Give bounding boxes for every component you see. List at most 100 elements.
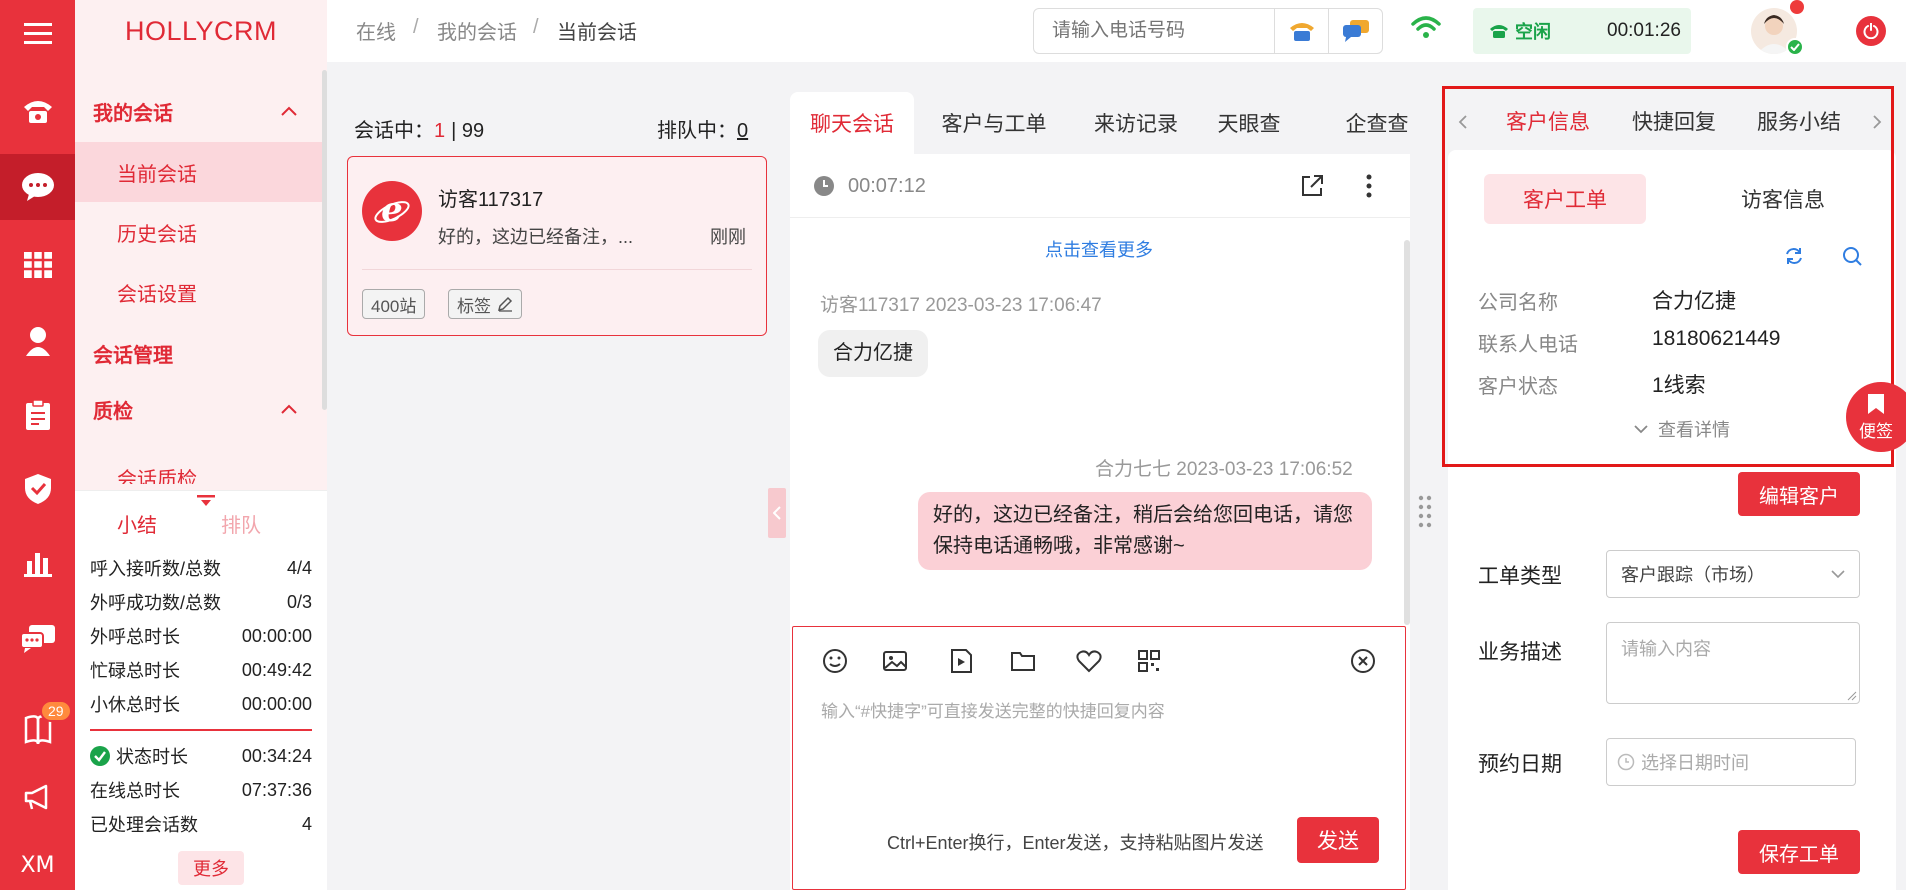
resize-grip-icon: [1847, 691, 1857, 701]
folder-icon[interactable]: [1009, 647, 1037, 675]
nav-item-settings[interactable]: 会话设置: [75, 262, 327, 322]
contact-phone-value: 18180621449: [1652, 327, 1781, 350]
more-vertical-icon[interactable]: [1366, 174, 1372, 198]
close-circle-icon[interactable]: [1349, 647, 1377, 675]
stat-row: 呼入接听数/总数 4/4: [90, 557, 312, 580]
message-icon[interactable]: [0, 606, 75, 672]
menu-toggle-icon[interactable]: [0, 0, 75, 66]
search-icon[interactable]: [1842, 246, 1862, 266]
shield-icon[interactable]: [0, 456, 75, 522]
message-meta: 访客117317 2023-03-23 17:06:47: [820, 295, 1102, 316]
queue-count-link[interactable]: 0: [737, 120, 748, 142]
breadcrumb-my-sessions[interactable]: 我的会话: [437, 16, 517, 45]
tab-summary[interactable]: 小结: [117, 509, 157, 538]
grid-icon[interactable]: [0, 232, 75, 298]
tab-customer-info[interactable]: 客户信息: [1506, 106, 1590, 136]
book-icon[interactable]: 29: [0, 696, 75, 762]
queue-counter: 排队中：0: [657, 120, 749, 142]
chat-icon[interactable]: [0, 154, 75, 220]
session-timer: 00:07:12: [848, 175, 926, 197]
tab-chat[interactable]: 聊天会话: [790, 92, 914, 154]
refresh-icon[interactable]: [1784, 246, 1804, 266]
nav-item-history[interactable]: 历史会话: [75, 202, 327, 262]
message-meta: 合力七七 2023-03-23 17:06:52: [1095, 459, 1353, 480]
nav-group-management[interactable]: 会话管理: [75, 322, 327, 384]
megaphone-icon[interactable]: [0, 764, 75, 830]
field-label: 公司名称: [1478, 292, 1558, 314]
tab-qichacha[interactable]: 企查查: [1342, 92, 1412, 154]
drag-arrow-icon[interactable]: [197, 495, 215, 507]
session-card[interactable]: e 访客117317 好的，这边已经备注，... 刚刚 400站 标签: [347, 156, 767, 336]
breadcrumb-separator: /: [533, 16, 539, 38]
bar-chart-icon[interactable]: [0, 530, 75, 596]
image-icon[interactable]: [881, 647, 909, 675]
tab-queue[interactable]: 排队: [221, 509, 261, 538]
tab-customer-ticket[interactable]: 客户与工单: [934, 92, 1054, 154]
tab-service-summary[interactable]: 服务小结: [1757, 106, 1841, 136]
clipboard-icon[interactable]: [0, 382, 75, 448]
visitor-message: 合力亿捷: [818, 330, 928, 377]
message-input[interactable]: 输入“#快捷字”可直接发送完整的快捷回复内容: [821, 697, 1165, 722]
view-details-toggle[interactable]: 查看详情: [1634, 416, 1730, 442]
heart-icon[interactable]: [1075, 647, 1103, 675]
power-icon[interactable]: [1856, 16, 1886, 46]
stats-tabs: 小结 排队: [75, 491, 327, 551]
chat-tabs: 聊天会话 客户与工单 来访记录 天眼查 企查查: [790, 92, 1410, 154]
stat-row-status: 状态时长 00:34:24: [75, 739, 327, 773]
visitor-name: 访客117317: [438, 189, 544, 211]
description-textarea[interactable]: 请输入内容: [1606, 622, 1860, 704]
video-icon[interactable]: [947, 647, 975, 675]
phone-icon[interactable]: [0, 78, 75, 144]
chat-toolbar: 00:07:12: [790, 154, 1410, 218]
agent-status[interactable]: 空闲 00:01:26: [1473, 8, 1691, 54]
qrcode-icon[interactable]: [1135, 647, 1163, 675]
message-bubble-icon[interactable]: [1328, 9, 1382, 53]
field-label: 联系人电话: [1478, 334, 1578, 356]
message-time: 刚刚: [710, 227, 746, 247]
stat-row: 已处理会话数 4: [90, 813, 312, 836]
top-header: 在线 / 我的会话 / 当前会话 空闲 00:01:26: [327, 0, 1906, 62]
more-button[interactable]: 更多: [178, 851, 244, 885]
nav-group-label: 会话管理: [93, 344, 173, 367]
emoji-icon[interactable]: [821, 647, 849, 675]
browser-ie-icon: e: [362, 181, 422, 241]
save-ticket-button[interactable]: 保存工单: [1738, 830, 1860, 874]
tab-quick-reply[interactable]: 快捷回复: [1632, 106, 1716, 136]
description-label: 业务描述: [1478, 641, 1562, 664]
nav-item-quality-check[interactable]: 会话质检: [75, 434, 327, 484]
nav-item-current-session[interactable]: 当前会话: [75, 142, 327, 202]
company-name-value: 合力亿捷: [1652, 290, 1736, 313]
divider: [90, 729, 312, 731]
collapse-handle[interactable]: [768, 488, 786, 538]
nav-group-my-sessions[interactable]: 我的会话: [75, 80, 327, 142]
chevron-right-icon[interactable]: [1872, 114, 1882, 130]
chevron-left-icon[interactable]: [1458, 114, 1468, 130]
status-timer: 00:01:26: [1607, 20, 1681, 41]
tab-tianyancha[interactable]: 天眼查: [1214, 92, 1284, 154]
tag-edit[interactable]: 标签: [448, 289, 522, 319]
stat-row: 在线总时长 07:37:36: [90, 779, 312, 802]
nav-group-label: 我的会话: [93, 102, 173, 125]
chevron-up-icon: [281, 106, 297, 116]
edit-customer-button[interactable]: 编辑客户: [1738, 472, 1860, 516]
right-tabs: 客户信息 快捷回复 服务小结: [1442, 86, 1892, 150]
breadcrumb-online[interactable]: 在线: [356, 16, 396, 45]
tab-visit-records[interactable]: 来访记录: [1086, 92, 1186, 154]
appointment-date-picker[interactable]: 选择日期时间: [1606, 738, 1856, 786]
send-button[interactable]: 发送: [1297, 817, 1379, 863]
dial-phone-icon[interactable]: [1274, 9, 1328, 53]
nav-group-quality[interactable]: 质检: [75, 384, 327, 434]
ticket-type-select[interactable]: 客户跟踪（市场）: [1606, 550, 1860, 598]
stats-panel: 小结 排队 呼入接听数/总数 4/4 外呼成功数/总数 0/3 外呼总时长 00:00…: [75, 490, 327, 890]
subtab-customer-ticket[interactable]: 客户工单: [1484, 174, 1646, 224]
phone-input[interactable]: [1034, 9, 1274, 53]
share-icon[interactable]: [1300, 174, 1324, 198]
nav-sidebar: HOLLYCRM 我的会话 当前会话 历史会话 会话设置 会话管理 质检 会话质…: [75, 0, 327, 890]
subtab-visitor-info[interactable]: 访客信息: [1702, 174, 1864, 224]
user-initials[interactable]: XM: [0, 832, 75, 890]
resize-handle[interactable]: [1418, 494, 1432, 534]
stat-row: 忙碌总时长 00:49:42: [90, 659, 312, 682]
chat-scrollbar[interactable]: [1404, 240, 1410, 625]
load-more-link[interactable]: 点击查看更多: [1045, 236, 1153, 262]
contact-icon[interactable]: [0, 308, 75, 374]
